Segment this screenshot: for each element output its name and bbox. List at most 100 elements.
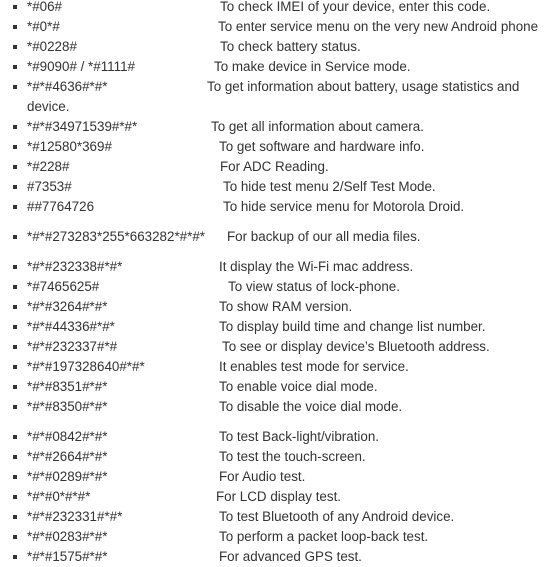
code-description: To show RAM version. xyxy=(219,299,353,314)
list-item: *#*#4636#*#* To get information about ba… xyxy=(0,77,553,117)
code-text: *#06# xyxy=(27,0,63,14)
list-item: *#*#0*#*#* For LCD display test. xyxy=(0,487,553,507)
bullet-icon xyxy=(13,305,17,309)
list-item: *#*#197328640#*#* It enables test mode f… xyxy=(0,357,553,377)
code-description: To perform a packet loop-back test. xyxy=(219,529,429,544)
bullet-icon xyxy=(13,25,17,29)
code-description: To get information about battery, usage … xyxy=(207,79,520,94)
list-item: *#7465625# To view status of lock-phone. xyxy=(0,277,553,297)
list-item: *#*#8351#*#* To enable voice dial mode. xyxy=(0,377,553,397)
list-item: *#*#44336#*#* To display build time and … xyxy=(0,317,553,337)
bullet-icon xyxy=(13,515,17,519)
code-description: For LCD display test. xyxy=(216,489,342,504)
code-text: *#*#8350#*#* xyxy=(27,399,108,414)
bullet-icon xyxy=(13,365,17,369)
code-description: To check IMEI of your device, enter this… xyxy=(220,0,491,14)
bullet-icon xyxy=(13,435,17,439)
code-text: *#*#1575#*#* xyxy=(27,549,108,564)
code-text: #7353# xyxy=(27,179,72,194)
list-item: *#*#232331#*#* To test Bluetooth of any … xyxy=(0,507,553,527)
code-description: To get all information about camera. xyxy=(211,119,424,134)
bullet-icon xyxy=(13,285,17,289)
code-text: *#*#0*#*#* xyxy=(27,489,91,504)
code-text: *#*#8351#*#* xyxy=(27,379,108,394)
list-item: *#*#3264#*#* To show RAM version. xyxy=(0,297,553,317)
bullet-icon xyxy=(13,85,17,89)
bullet-icon xyxy=(13,555,17,559)
code-text: *#*#273283*255*663282*#*#* xyxy=(27,229,205,244)
list-item: *#*#0289#*#* For Audio test. xyxy=(0,467,553,487)
code-description: For ADC Reading. xyxy=(220,159,329,174)
code-description: To test the touch-screen. xyxy=(219,449,366,464)
list-item: *#*#34971539#*#* To get all information … xyxy=(0,117,553,137)
bullet-icon xyxy=(13,125,17,129)
code-text: *#*#0842#*#* xyxy=(27,429,108,444)
code-description: To view status of lock-phone. xyxy=(228,279,400,294)
code-text: *#*#44336#*#* xyxy=(27,319,115,334)
bullet-icon xyxy=(13,265,17,269)
bullet-icon xyxy=(13,165,17,169)
list-item: *#*#0283#*#* To perform a packet loop-ba… xyxy=(0,527,553,547)
bullet-icon xyxy=(13,5,17,9)
code-description: To test Back-light/vibration. xyxy=(219,429,380,444)
code-text: *#9090# / *#1111# xyxy=(27,59,135,74)
code-text: *#*#34971539#*#* xyxy=(27,119,138,134)
bullet-icon xyxy=(13,145,17,149)
code-description: To hide test menu 2/Self Test Mode. xyxy=(223,179,436,194)
code-description: To check battery status. xyxy=(220,39,361,54)
list-item: *#228# For ADC Reading. xyxy=(0,157,553,177)
code-description: To display build time and change list nu… xyxy=(219,319,486,334)
code-text: *#*#4636#*#* xyxy=(27,79,108,94)
code-text: ##7764726 xyxy=(27,199,95,214)
code-text: *#7465625# xyxy=(27,279,100,294)
list-item: *#*#232338#*#* It display the Wi-Fi mac … xyxy=(0,257,553,277)
code-text: *#*#3264#*#* xyxy=(27,299,108,314)
code-text: *#0228# xyxy=(27,39,77,54)
list-item: *#*#8350#*#* To disable the voice dial m… xyxy=(0,397,553,417)
code-text: *#*#232338#*#* xyxy=(27,259,123,274)
code-description: To enter service menu on the very new An… xyxy=(218,19,539,34)
code-description: To make device in Service mode. xyxy=(214,59,411,74)
list-item: *#9090# / *#1111# To make device in Serv… xyxy=(0,57,553,77)
list-item: *#*#1575#*#* For advanced GPS test. xyxy=(0,547,553,567)
list-item: *#06# To check IMEI of your device, ente… xyxy=(0,0,553,17)
bullet-icon xyxy=(13,495,17,499)
list-item: *#*#2664#*#* To test the touch-screen. xyxy=(0,447,553,467)
code-description: It display the Wi-Fi mac address. xyxy=(219,259,414,274)
code-description: To enable voice dial mode. xyxy=(219,379,378,394)
code-description: To disable the voice dial mode. xyxy=(219,399,403,414)
bullet-icon xyxy=(13,235,17,239)
code-text: *#228# xyxy=(27,159,70,174)
bullet-icon xyxy=(13,345,17,349)
list-item: #7353# To hide test menu 2/Self Test Mod… xyxy=(0,177,553,197)
bullet-icon xyxy=(13,385,17,389)
code-description-continued: device. xyxy=(27,99,70,114)
bullet-icon xyxy=(13,45,17,49)
code-description: To see or display device’s Bluetooth add… xyxy=(222,339,490,354)
bullet-icon xyxy=(13,205,17,209)
code-description: It enables test mode for service. xyxy=(219,359,409,374)
list-item: *#0*# To enter service menu on the very … xyxy=(0,17,553,37)
list-item: *#*#273283*255*663282*#*#* For backup of… xyxy=(0,227,553,247)
code-description: To hide service menu for Motorola Droid. xyxy=(223,199,465,214)
bullet-icon xyxy=(13,325,17,329)
code-description: For backup of our all media files. xyxy=(227,229,421,244)
list-item: *#*#232337#*# To see or display device’s… xyxy=(0,337,553,357)
bullet-icon xyxy=(13,185,17,189)
bullet-icon xyxy=(13,535,17,539)
code-text: *#12580*369# xyxy=(27,139,112,154)
code-description: For advanced GPS test. xyxy=(219,549,362,564)
code-text: *#*#2664#*#* xyxy=(27,449,108,464)
bullet-icon xyxy=(13,455,17,459)
code-description: To test Bluetooth of any Android device. xyxy=(219,509,455,524)
list-item: *#12580*369# To get software and hardwar… xyxy=(0,137,553,157)
code-text: *#*#0283#*#* xyxy=(27,529,108,544)
bullet-icon xyxy=(13,475,17,479)
code-text: *#*#0289#*#* xyxy=(27,469,108,484)
code-text: *#*#232331#*#* xyxy=(27,509,123,524)
code-text: *#0*# xyxy=(27,19,60,34)
list-item: ##7764726 To hide service menu for Motor… xyxy=(0,197,553,217)
code-description: For Audio test. xyxy=(219,469,306,484)
code-text: *#*#197328640#*#* xyxy=(27,359,145,374)
list-item: *#0228# To check battery status. xyxy=(0,37,553,57)
